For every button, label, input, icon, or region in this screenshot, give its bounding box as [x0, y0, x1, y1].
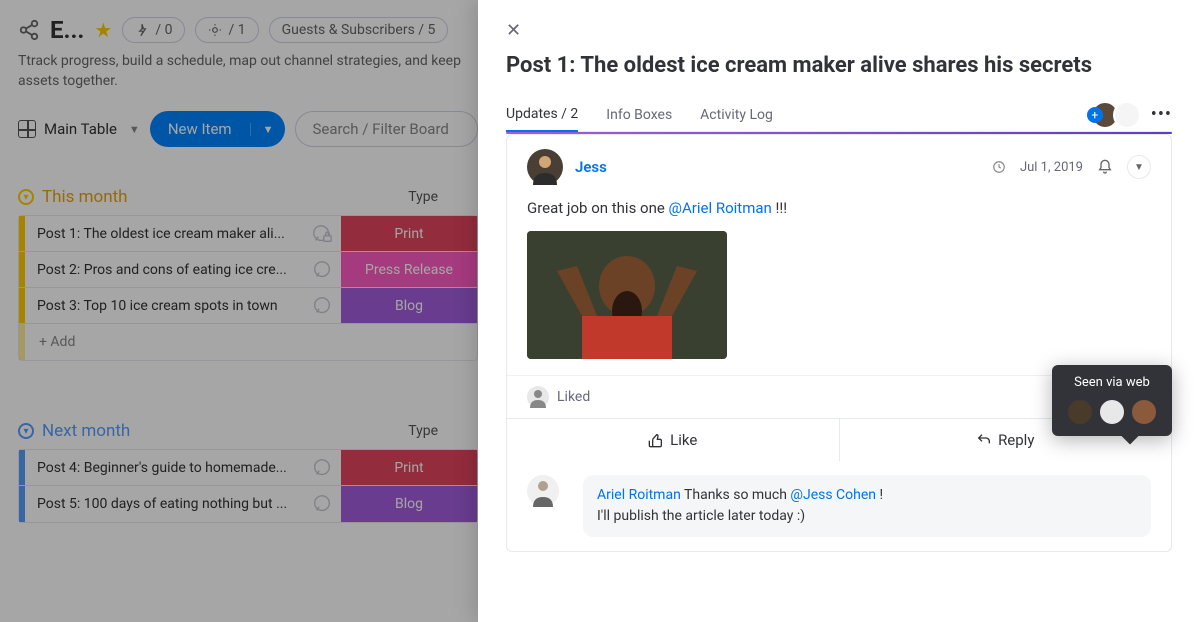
reply-avatar[interactable]	[527, 475, 559, 507]
avatar	[527, 386, 549, 408]
tab-info-boxes[interactable]: Info Boxes	[606, 99, 672, 131]
group-table: Post 4: Beginner's guide to homemade... …	[18, 449, 478, 523]
user-mention[interactable]: @Jess Cohen	[790, 487, 876, 503]
view-label: Main Table	[44, 120, 117, 138]
conversation-icon[interactable]	[311, 259, 333, 281]
reply-icon	[976, 432, 992, 448]
conversation-icon[interactable]	[311, 295, 333, 317]
group-title[interactable]: This month	[42, 187, 128, 207]
type-cell[interactable]: Blog	[341, 486, 477, 522]
table-row[interactable]: Post 3: Top 10 ice cream spots in town B…	[19, 288, 477, 324]
user-mention[interactable]: @Ariel Roitman	[669, 199, 772, 217]
item-name[interactable]: Post 4: Beginner's guide to homemade...	[25, 460, 311, 476]
author-avatar[interactable]	[527, 149, 563, 185]
avatar	[1113, 101, 1141, 129]
item-name[interactable]: Post 1: The oldest ice cream maker ali..…	[25, 226, 311, 242]
grid-icon	[18, 120, 36, 138]
add-item-row[interactable]: + Add	[19, 324, 477, 360]
board-title[interactable]: E...	[50, 16, 84, 44]
integration-pill-2[interactable]: / 1	[195, 17, 258, 43]
reply-thread: Ariel Roitman Thanks so much @Jess Cohen…	[507, 461, 1171, 551]
share-icon[interactable]	[18, 19, 40, 41]
chevron-down-icon[interactable]: ▼	[1127, 155, 1151, 179]
attached-image[interactable]	[527, 231, 727, 359]
new-item-label: New Item	[150, 120, 250, 138]
add-subscriber-icon[interactable]: +	[1087, 107, 1103, 123]
table-row[interactable]: Post 1: The oldest ice cream maker ali..…	[19, 216, 477, 252]
tab-updates[interactable]: Updates / 2	[506, 98, 578, 132]
clock-icon	[992, 160, 1006, 174]
item-name[interactable]: Post 5: 100 days of eating nothing but .…	[25, 496, 311, 512]
table-row[interactable]: Post 4: Beginner's guide to homemade... …	[19, 450, 477, 486]
panel-title: Post 1: The oldest ice cream maker alive…	[506, 53, 1172, 78]
integration-pill-1[interactable]: / 0	[122, 17, 185, 43]
item-name[interactable]: Post 3: Top 10 ice cream spots in town	[25, 298, 311, 314]
new-item-button[interactable]: New Item ▼	[150, 111, 286, 147]
text-part: Thanks so much	[681, 487, 791, 503]
reply-label: Reply	[998, 431, 1034, 449]
board-description: Ttrack progress, build a schedule, map o…	[18, 52, 478, 91]
tab-activity-log[interactable]: Activity Log	[700, 99, 773, 131]
close-icon[interactable]: ✕	[506, 20, 521, 41]
type-cell[interactable]: Print	[341, 216, 477, 251]
text-part: I'll publish the article later today :)	[597, 508, 805, 524]
collapse-icon[interactable]: ▾	[18, 423, 34, 439]
table-row[interactable]: Post 2: Pros and cons of eating ice cre.…	[19, 252, 477, 288]
author-name[interactable]: Jess	[575, 158, 607, 176]
type-cell[interactable]: Blog	[341, 288, 477, 323]
user-mention[interactable]: Ariel Roitman	[597, 487, 681, 503]
more-options-icon[interactable]: •••	[1151, 104, 1172, 125]
type-cell[interactable]: Press Release	[341, 252, 477, 287]
board-panel: E... ★ / 0 / 1 Guests & Subscribers / 5 …	[0, 0, 478, 622]
conversation-locked-icon[interactable]	[311, 223, 333, 245]
pill-text: / 0	[155, 22, 172, 38]
group-table: Post 1: The oldest ice cream maker ali..…	[18, 215, 478, 361]
bell-icon[interactable]	[1097, 159, 1113, 175]
avatar	[1130, 398, 1158, 426]
column-header: Type	[408, 423, 478, 439]
chevron-down-icon[interactable]: ▼	[250, 123, 286, 136]
collapse-icon[interactable]: ▾	[18, 189, 34, 205]
text-part: Great job on this one	[527, 199, 669, 217]
row-color-bar	[19, 324, 25, 360]
like-label: Like	[670, 431, 697, 449]
add-label: + Add	[25, 334, 89, 350]
table-row[interactable]: Post 5: 100 days of eating nothing but .…	[19, 486, 477, 522]
update-date: Jul 1, 2019	[1020, 160, 1083, 175]
pill-text: / 1	[228, 22, 245, 38]
view-selector[interactable]: Main Table ▼	[18, 120, 140, 138]
reply-message[interactable]: Ariel Roitman Thanks so much @Jess Cohen…	[583, 475, 1151, 537]
star-icon[interactable]: ★	[94, 18, 112, 42]
avatar	[1098, 398, 1126, 426]
seen-tooltip: Seen via web	[1052, 365, 1172, 436]
avatar	[1066, 398, 1094, 426]
thumbs-up-icon	[648, 432, 664, 448]
update-card: Jess Jul 1, 2019 ▼ Great job on	[506, 134, 1172, 552]
column-header: Type	[408, 189, 478, 205]
liked-label: Liked	[557, 389, 590, 405]
guests-pill[interactable]: Guests & Subscribers / 5	[269, 17, 449, 43]
tooltip-label: Seen via web	[1074, 375, 1150, 390]
conversation-icon[interactable]	[311, 493, 333, 515]
item-detail-panel: ✕ Post 1: The oldest ice cream maker ali…	[478, 0, 1200, 622]
like-button[interactable]: Like	[507, 419, 839, 461]
update-text: Great job on this one @Ariel Roitman !!!	[527, 199, 1151, 217]
chevron-down-icon: ▼	[129, 123, 140, 136]
group-title[interactable]: Next month	[42, 421, 130, 441]
text-part: !	[876, 487, 883, 503]
search-input[interactable]: Search / Filter Board	[295, 111, 478, 147]
liked-by[interactable]: Liked	[527, 386, 590, 408]
type-cell[interactable]: Print	[341, 450, 477, 485]
text-part: !!!	[772, 199, 787, 217]
subscribers-avatars[interactable]: +	[1097, 101, 1141, 129]
conversation-icon[interactable]	[311, 457, 333, 479]
item-name[interactable]: Post 2: Pros and cons of eating ice cre.…	[25, 262, 311, 278]
